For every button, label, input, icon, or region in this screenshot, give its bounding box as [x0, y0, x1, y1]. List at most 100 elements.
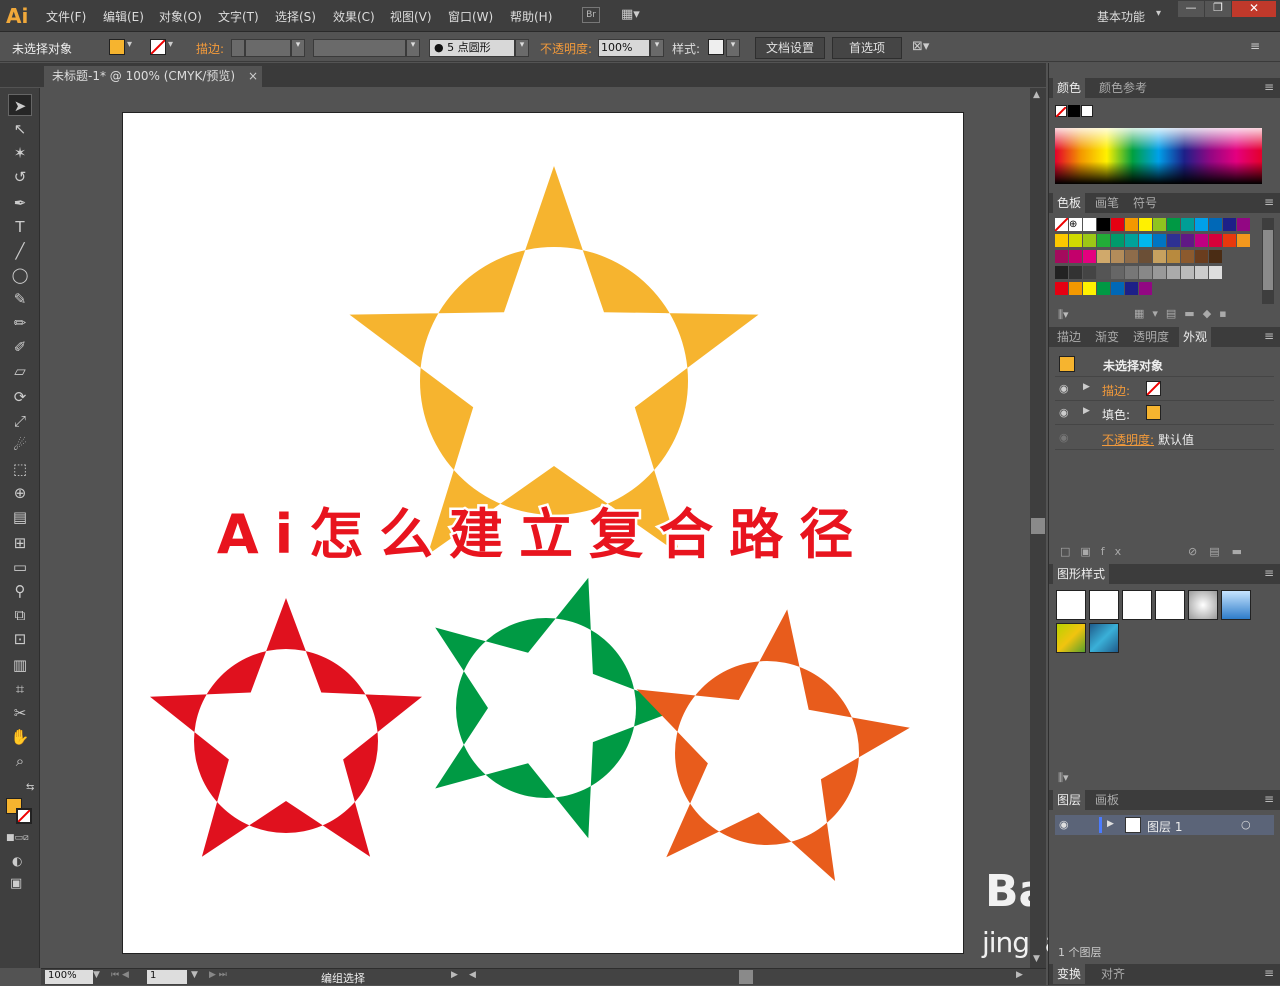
color-swatch[interactable] — [1097, 282, 1110, 295]
appearance-opacity-row[interactable]: ◉ 不透明度: 默认值 — [1055, 426, 1274, 450]
panel-menu-icon[interactable]: ≡ — [1264, 966, 1274, 980]
next-artboard-icon[interactable]: ▶ ⏭ — [209, 970, 227, 980]
slice-tool-icon[interactable]: ✂ — [8, 702, 32, 724]
chevron-down-icon[interactable]: ▾ — [291, 39, 305, 57]
tab-artboards[interactable]: 画板 — [1091, 790, 1123, 810]
hscroll-thumb[interactable] — [739, 970, 753, 984]
color-swatch[interactable] — [1153, 266, 1166, 279]
tab-swatches[interactable]: 色板 — [1053, 193, 1086, 213]
color-swatch[interactable] — [1139, 218, 1152, 231]
swatch-scrollbar[interactable] — [1262, 218, 1274, 304]
expand-triangle-icon[interactable]: ▶ — [1083, 406, 1090, 416]
color-swatch[interactable] — [1125, 234, 1138, 247]
stroke-label[interactable]: 描边: — [196, 40, 224, 57]
target-circle-icon[interactable]: ○ — [1241, 818, 1251, 831]
color-swatch[interactable] — [1195, 250, 1208, 263]
opacity-label[interactable]: 不透明度: — [540, 40, 592, 57]
swatch-library-icon[interactable]: ⫼▾ — [1058, 308, 1069, 322]
color-swatch[interactable] — [1097, 234, 1110, 247]
scroll-up-icon[interactable]: ▲ — [1033, 90, 1040, 100]
stroke-weight-field[interactable] — [245, 39, 291, 57]
red-star-figure[interactable] — [150, 598, 422, 857]
line-tool-icon[interactable]: ╱ — [8, 240, 32, 262]
color-swatch[interactable] — [1097, 250, 1110, 263]
shape-builder-tool-icon[interactable]: ⊕ — [8, 482, 32, 504]
color-swatch[interactable] — [1055, 250, 1068, 263]
preferences-button[interactable]: 首选项 — [832, 37, 902, 59]
chevron-down-icon[interactable]: ▾ — [726, 39, 740, 57]
color-swatch[interactable] — [1167, 218, 1180, 231]
mesh-tool-icon[interactable]: ⊞ — [8, 532, 32, 554]
scroll-thumb[interactable] — [1263, 230, 1273, 290]
free-transform-tool-icon[interactable]: ⬚ — [8, 458, 32, 480]
graph-tool-icon[interactable]: ▤ — [8, 506, 32, 528]
menu-edit[interactable]: 编辑(E) — [103, 8, 144, 25]
color-swatch[interactable] — [1181, 218, 1194, 231]
transform-again-icon[interactable]: ⊠▾ — [912, 39, 929, 54]
eye-icon[interactable]: ◉ — [1059, 431, 1073, 444]
zoom-field[interactable]: 100% — [45, 970, 93, 984]
color-swatch[interactable] — [1181, 234, 1194, 247]
status-menu-icon[interactable]: ▶ — [451, 970, 458, 980]
appearance-stroke-label[interactable]: 描边: — [1102, 382, 1130, 399]
graphic-style-library-icon[interactable]: ⫼▾ — [1058, 771, 1069, 785]
color-swatch[interactable] — [1223, 234, 1236, 247]
fill-swatch[interactable] — [109, 39, 125, 55]
restore-icon[interactable]: ❐ — [1205, 1, 1231, 17]
minimize-icon[interactable]: — — [1178, 1, 1204, 17]
color-swatch[interactable] — [1054, 217, 1069, 232]
color-swatch[interactable] — [1083, 250, 1096, 263]
graphic-style-blue-pattern[interactable] — [1089, 623, 1119, 653]
panel-menu-icon[interactable]: ≡ — [1250, 39, 1260, 53]
bridge-button[interactable]: Br — [582, 7, 600, 23]
layer-row[interactable]: ◉ ▶ 图层 1 ○ — [1055, 815, 1274, 835]
color-swatch[interactable] — [1083, 218, 1096, 231]
artboard-number-field[interactable]: 1 — [147, 970, 187, 984]
variable-width-field[interactable] — [313, 39, 406, 57]
color-swatch[interactable] — [1209, 250, 1222, 263]
color-swatch[interactable] — [1139, 282, 1152, 295]
scroll-thumb[interactable] — [1031, 518, 1045, 534]
vertical-scrollbar[interactable]: ▲ ▼ — [1030, 88, 1046, 968]
symbol-sprayer-tool-icon[interactable]: ⊡ — [8, 628, 32, 650]
swap-colors-icon[interactable]: ⇆ — [26, 782, 34, 793]
color-swatch[interactable] — [1153, 234, 1166, 247]
first-artboard-icon[interactable]: ⏮ ◀ — [111, 970, 129, 980]
color-swatch[interactable] — [1069, 282, 1082, 295]
ellipse-tool-icon[interactable]: ◯ — [8, 264, 32, 286]
blob-brush-tool-icon[interactable]: ✐ — [8, 336, 32, 358]
appearance-stroke-row[interactable]: ◉ ▶ 描边: — [1055, 377, 1274, 401]
selection-tool-icon[interactable]: ➤ — [8, 94, 32, 116]
menu-file[interactable]: 文件(F) — [46, 8, 86, 25]
appearance-opacity-label[interactable]: 不透明度: — [1102, 431, 1154, 448]
swatch-grid[interactable]: ⊕ — [1054, 217, 1255, 304]
menu-view[interactable]: 视图(V) — [390, 8, 432, 25]
menu-type[interactable]: 文字(T) — [218, 8, 259, 25]
blend-tool-icon[interactable]: ⧉ — [8, 604, 32, 626]
menu-window[interactable]: 窗口(W) — [448, 8, 493, 25]
color-swatch[interactable] — [1153, 218, 1166, 231]
color-swatch[interactable] — [1111, 218, 1124, 231]
stroke-stepper[interactable] — [231, 39, 245, 57]
tab-color[interactable]: 颜色 — [1053, 78, 1086, 98]
color-swatch[interactable] — [1237, 218, 1250, 231]
color-swatch[interactable] — [1125, 218, 1138, 231]
eye-icon[interactable]: ◉ — [1059, 818, 1069, 831]
color-mode-icons[interactable]: ■▭⧄ — [6, 833, 29, 843]
eye-icon[interactable]: ◉ — [1059, 382, 1073, 395]
pen-tool-icon[interactable]: ✒ — [8, 192, 32, 214]
direct-selection-tool-icon[interactable]: ↖ — [8, 118, 32, 140]
black-swatch[interactable] — [1068, 105, 1080, 117]
chevron-down-icon[interactable]: ▾ — [650, 39, 664, 57]
chevron-down-icon[interactable]: ▼ — [191, 970, 198, 980]
menu-effect[interactable]: 效果(C) — [333, 8, 375, 25]
column-graph-tool-icon[interactable]: ▥ — [8, 654, 32, 676]
graphic-style-gray[interactable] — [1188, 590, 1218, 620]
menu-object[interactable]: 对象(O) — [159, 8, 202, 25]
headline-text[interactable]: Ai怎么建立复合路径 — [214, 501, 869, 569]
graphic-style-outline[interactable] — [1155, 590, 1185, 620]
eraser-tool-icon[interactable]: ▱ — [8, 360, 32, 382]
color-swatch[interactable] — [1097, 266, 1110, 279]
expand-triangle-icon[interactable]: ▶ — [1107, 819, 1114, 829]
color-swatch[interactable] — [1139, 266, 1152, 279]
